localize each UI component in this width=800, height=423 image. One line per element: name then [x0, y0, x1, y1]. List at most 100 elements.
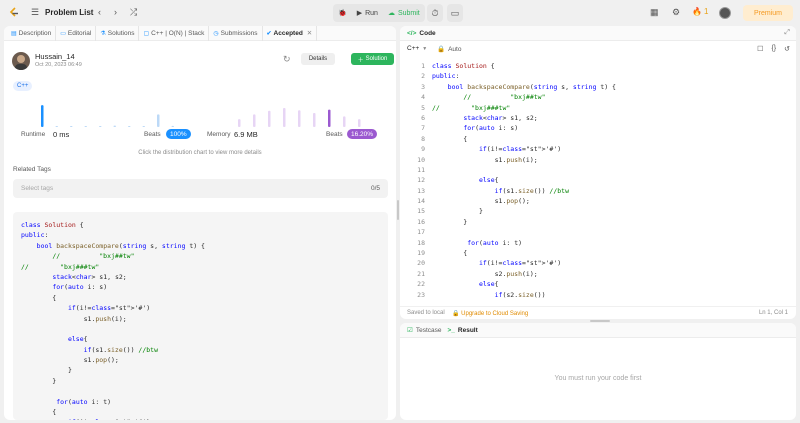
tab-editorial[interactable]: ▭ Editorial: [56, 26, 97, 41]
memory-bar[interactable]: [298, 110, 301, 127]
lock-icon: 🔒: [437, 46, 446, 53]
bookmark-icon[interactable]: ☐: [757, 45, 763, 53]
language-select[interactable]: C++ ▼: [407, 45, 427, 52]
code-lines[interactable]: class Solution {public: bool backspaceCo…: [432, 61, 616, 300]
line-number: 2: [421, 72, 425, 81]
next-problem-button[interactable]: ›: [114, 7, 117, 17]
layout-icon[interactable]: ▦: [650, 7, 659, 18]
tags-select[interactable]: Select tags 0/5: [13, 179, 388, 198]
line-number: 17: [417, 228, 425, 237]
code-line[interactable]: [432, 227, 616, 237]
runtime-bar[interactable]: [157, 114, 160, 127]
distribution-bars[interactable]: [13, 99, 393, 129]
code-line[interactable]: s1.push(i);: [432, 155, 616, 165]
maximize-icon[interactable]: ⤢: [784, 29, 790, 37]
line-number: 9: [421, 145, 425, 154]
tab-solutions[interactable]: ⚗ Solutions: [96, 26, 140, 41]
code-line[interactable]: }: [432, 206, 616, 216]
cloud-upgrade-link[interactable]: 🔒 Upgrade to Cloud Saving: [452, 310, 528, 317]
runtime-beats-label: Beats: [144, 131, 161, 138]
code-line[interactable]: // "bxj##tw": [432, 92, 616, 102]
solution-button[interactable]: ＋ Solution: [351, 53, 394, 65]
code-tab[interactable]: </> Code: [400, 26, 796, 41]
runtime-bar[interactable]: [84, 126, 88, 127]
gear-icon[interactable]: ⚙: [672, 7, 680, 18]
runtime-bar[interactable]: [99, 126, 102, 127]
memory-bar[interactable]: [328, 109, 331, 127]
vertical-resize-handle[interactable]: [397, 200, 399, 220]
shuffle-icon[interactable]: ⤮: [130, 7, 137, 18]
runtime-bar[interactable]: [113, 125, 117, 127]
tab-description[interactable]: ▤ Description: [7, 26, 57, 41]
reset-icon[interactable]: ↺: [784, 45, 790, 53]
description-icon: ▤: [11, 30, 17, 37]
code-line[interactable]: public:: [432, 71, 616, 81]
code-line[interactable]: if(s1.size()) //btw: [432, 186, 616, 196]
code-line[interactable]: s1.pop();: [432, 196, 616, 206]
code-line[interactable]: bool backspaceCompare(string s, string t…: [432, 82, 616, 92]
runtime-bar[interactable]: [55, 126, 59, 127]
line-number: 19: [417, 249, 425, 258]
code-line[interactable]: for(auto i: s): [432, 123, 616, 133]
share-icon[interactable]: ↻: [283, 54, 291, 65]
problem-list-link[interactable]: Problem List: [45, 8, 93, 17]
close-icon[interactable]: ✕: [307, 29, 312, 37]
code-line[interactable]: stack<char> s1, s2;: [432, 113, 616, 123]
prev-problem-button[interactable]: ‹: [98, 7, 101, 17]
editor-status-bar: Saved to local 🔒 Upgrade to Cloud Saving…: [400, 306, 796, 319]
tab-accepted[interactable]: ✔ Accepted ✕: [263, 26, 318, 41]
avatar[interactable]: [719, 7, 731, 19]
timer-icon[interactable]: ⏱: [427, 4, 443, 22]
tab-testcase[interactable]: ☑ Testcase: [407, 326, 441, 335]
runtime-bar[interactable]: [142, 126, 146, 127]
runtime-bar[interactable]: [70, 126, 73, 127]
details-button[interactable]: Details: [301, 53, 335, 65]
tab-submissions[interactable]: ◷ Submissions: [209, 26, 263, 41]
tab-solution-post[interactable]: ▢ C++ | O(N) | Stack: [139, 26, 210, 41]
leetcode-logo-icon[interactable]: [8, 7, 20, 19]
horizontal-resize-handle[interactable]: [590, 320, 610, 322]
streak-counter[interactable]: 🔥 1: [692, 7, 708, 16]
code-line[interactable]: else{: [432, 279, 616, 289]
preview-code-line: [21, 324, 380, 334]
user-name[interactable]: Hussain_14: [35, 52, 75, 61]
code-line[interactable]: class Solution {: [432, 61, 616, 71]
memory-bar[interactable]: [343, 116, 346, 127]
code-line[interactable]: for(auto i: t): [432, 238, 616, 248]
memory-bar[interactable]: [313, 113, 316, 127]
user-avatar[interactable]: [12, 52, 30, 70]
console-panel: ☑ Testcase >_ Result You must run your cod…: [400, 323, 796, 420]
code-line[interactable]: if(s2.size()): [432, 290, 616, 300]
code-line[interactable]: {: [432, 248, 616, 258]
runtime-bar[interactable]: [171, 125, 175, 127]
distribution-chart[interactable]: Runtime 0 ms Beats 100% Memory 6.9 MB Be…: [13, 99, 393, 154]
braces-icon[interactable]: {}: [771, 45, 776, 53]
memory-bar[interactable]: [358, 119, 361, 127]
code-line[interactable]: [432, 165, 616, 175]
debug-icon[interactable]: 🐞: [338, 9, 347, 17]
memory-bar[interactable]: [238, 119, 241, 127]
code-line[interactable]: if(i!=class="st">'#'): [432, 144, 616, 154]
memory-bar[interactable]: [253, 114, 256, 127]
runtime-bar[interactable]: [41, 105, 44, 127]
problem-list-icon[interactable]: ☰: [31, 7, 39, 18]
notes-icon[interactable]: ▭: [447, 4, 463, 22]
code-line[interactable]: // "bxj###tw": [432, 103, 616, 113]
memory-bar[interactable]: [268, 110, 271, 127]
code-line[interactable]: }: [432, 217, 616, 227]
history-icon: ◷: [213, 30, 219, 37]
code-line[interactable]: {: [432, 134, 616, 144]
memory-bar[interactable]: [283, 107, 286, 127]
memory-label: Memory: [207, 131, 231, 138]
runtime-bar[interactable]: [128, 126, 131, 127]
auto-mode-toggle[interactable]: 🔒 Auto: [437, 45, 461, 54]
run-button[interactable]: ▶ Run: [357, 9, 378, 18]
code-line[interactable]: s2.push(i);: [432, 269, 616, 279]
line-numbers: 1 2 3 4 5 6 7 8 9 10 11 12 13 14 15 16 17 18 19 20 21 22 23: [400, 61, 425, 300]
code-editor[interactable]: 1 2 3 4 5 6 7 8 9 10 11 12 13 14 15 16 17 18 19 20 21 22 23 cl…: [400, 61, 796, 302]
submit-button[interactable]: ☁ Submit: [388, 9, 420, 18]
code-line[interactable]: else{: [432, 175, 616, 185]
code-line[interactable]: if(i!=class="st">'#'): [432, 258, 616, 268]
premium-button[interactable]: Premium: [743, 5, 793, 21]
tab-result[interactable]: >_ Result: [447, 327, 477, 334]
